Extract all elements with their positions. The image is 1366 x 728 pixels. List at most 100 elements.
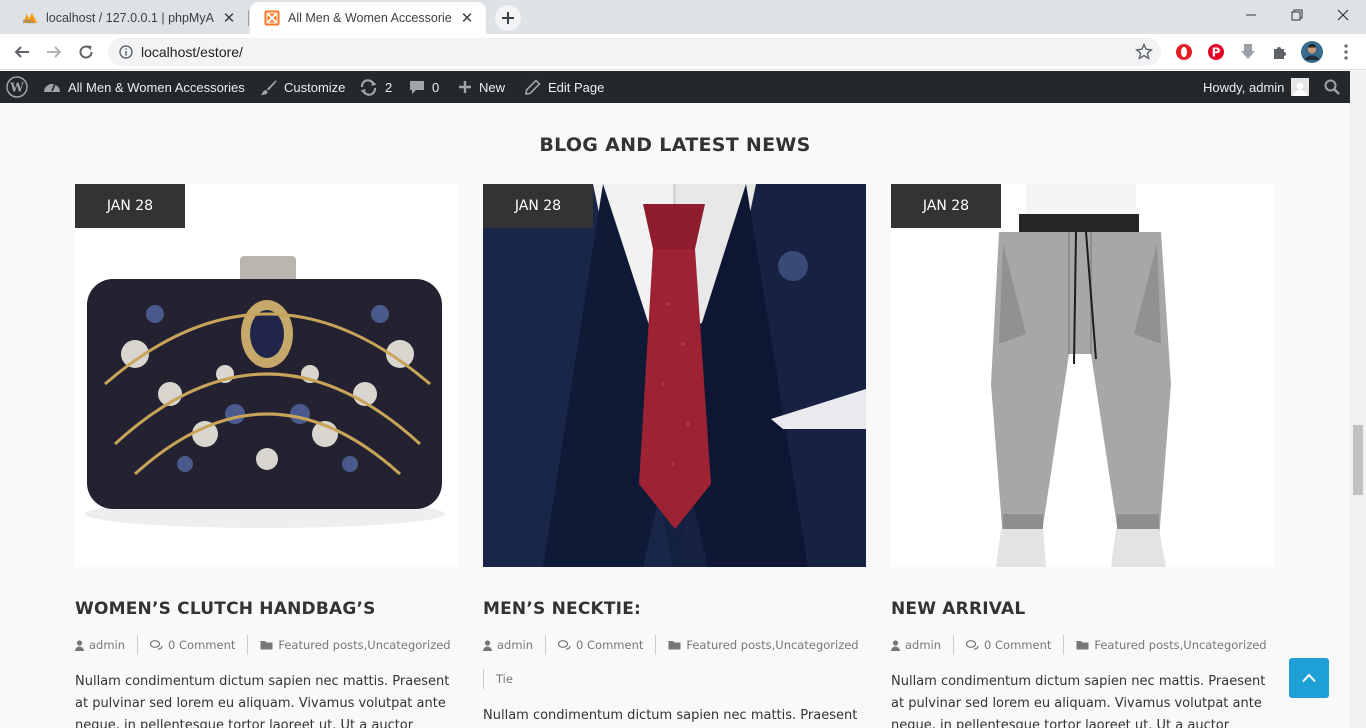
meta-divider (137, 635, 139, 655)
reload-button[interactable] (72, 38, 100, 66)
close-window-button[interactable] (1320, 0, 1366, 30)
post-meta: admin 0 Comment Featured posts, Uncatego… (483, 635, 866, 689)
post-image-necktie[interactable]: JAN 28 (483, 184, 866, 567)
folder-icon (668, 641, 681, 650)
restore-button[interactable] (1274, 0, 1320, 30)
arrow-right-icon (47, 46, 62, 58)
category-link[interactable]: Uncategorized (367, 638, 450, 652)
necktie-image (483, 184, 866, 567)
tab-separator (248, 10, 249, 26)
post-meta: admin 0 Comment Featured posts, Uncatego… (75, 635, 458, 655)
url-text: localhost/estore/ (141, 44, 243, 60)
jogger-pants-image (891, 184, 1274, 567)
comments-meta[interactable]: 0 Comment (150, 635, 235, 655)
category-link[interactable]: Featured posts (278, 638, 363, 652)
post-excerpt: Nullam condimentum dictum sapien nec mat… (483, 708, 858, 723)
edit-page-link[interactable]: Edit Page (525, 71, 604, 103)
browser-menu-icon[interactable] (1336, 42, 1356, 62)
meta-divider (545, 635, 547, 655)
svg-text:P: P (1212, 46, 1221, 60)
meta-divider (247, 635, 249, 655)
minimize-button[interactable] (1228, 0, 1274, 30)
pinterest-icon[interactable]: P (1206, 42, 1226, 62)
profile-avatar[interactable] (1300, 40, 1324, 64)
chevron-up-icon (1302, 673, 1316, 683)
meta-divider (483, 669, 484, 689)
comments-icon (150, 639, 163, 650)
back-button[interactable] (8, 38, 36, 66)
post-excerpt: Nullam condimentum dictum sapien nec mat… (75, 674, 450, 728)
reload-icon (79, 45, 93, 59)
site-name-link[interactable]: All Men & Women Accessories (43, 71, 245, 103)
category-link[interactable]: Uncategorized (775, 638, 858, 652)
post-title[interactable]: NEW ARRIVAL (891, 599, 1274, 619)
xampp-icon (264, 10, 280, 26)
post-meta: admin 0 Comment Featured posts, Uncatego… (891, 635, 1274, 655)
new-content-link[interactable]: New (458, 71, 505, 103)
page-content: BLOG AND LATEST NEWS JAN 28 WOMEN’S CLUT… (0, 103, 1350, 728)
wordpress-logo-icon[interactable]: W (6, 71, 28, 103)
comments-count: 0 Comment (168, 638, 236, 652)
arrow-left-icon (14, 46, 29, 58)
tab-title: All Men & Women Accessories – (288, 11, 452, 25)
customize-link[interactable]: Customize (260, 71, 345, 103)
blog-post-card: JAN 28 MEN’S NECKTIE: admin 0 Comment Fe… (483, 184, 866, 728)
updates-link[interactable]: 2 (359, 71, 392, 103)
tags-meta[interactable]: Tie (496, 669, 513, 689)
category-link[interactable]: Featured posts (686, 638, 771, 652)
user-icon (75, 639, 84, 651)
categories-meta: Featured posts, Uncategorized (260, 635, 451, 655)
post-image-clutch[interactable]: JAN 28 (75, 184, 458, 567)
puzzle-icon[interactable] (1270, 42, 1290, 62)
blog-post-card: JAN 28 NEW ARRIVAL admin 0 Comment Featu… (891, 184, 1274, 728)
author-meta[interactable]: admin (483, 635, 533, 655)
author-meta[interactable]: admin (75, 635, 125, 655)
phpmyadmin-icon: PMA (22, 10, 38, 26)
back-to-top-button[interactable] (1289, 658, 1329, 698)
updates-count: 2 (385, 79, 393, 95)
forward-button[interactable] (40, 38, 68, 66)
download-icon[interactable] (1238, 42, 1258, 62)
meta-divider (953, 635, 955, 655)
wp-admin-bar: W All Men & Women Accessories Customize … (0, 71, 1366, 103)
avatar (1291, 78, 1310, 96)
author-name: admin (497, 638, 534, 652)
search-icon[interactable] (1324, 71, 1340, 103)
my-account-link[interactable]: Howdy, admin (1203, 71, 1310, 103)
comments-meta[interactable]: 0 Comment (558, 635, 643, 655)
bookmark-star-icon[interactable] (1135, 43, 1153, 61)
browser-toolbar: localhost/estore/ P (0, 34, 1366, 70)
address-bar[interactable]: localhost/estore/ (108, 38, 1161, 66)
page-scrollbar[interactable] (1350, 71, 1366, 728)
comments-link[interactable]: 0 (409, 71, 439, 103)
post-excerpt: Nullam condimentum dictum sapien nec mat… (891, 674, 1266, 728)
info-icon[interactable] (111, 38, 141, 66)
close-tab-icon[interactable]: ✕ (458, 9, 476, 27)
author-meta[interactable]: admin (891, 635, 941, 655)
post-title[interactable]: WOMEN’S CLUTCH HANDBAG’S (75, 599, 458, 619)
comments-meta[interactable]: 0 Comment (966, 635, 1051, 655)
pencil-icon (525, 79, 541, 95)
user-icon (483, 639, 492, 651)
tab-phpmyadmin[interactable]: PMA localhost / 127.0.0.1 | phpMyAdmin ✕ (8, 2, 248, 34)
category-link[interactable]: Featured posts (1094, 638, 1179, 652)
author-name: admin (905, 638, 942, 652)
close-tab-icon[interactable]: ✕ (220, 9, 238, 27)
edit-page-label: Edit Page (548, 79, 605, 95)
customize-label: Customize (284, 79, 346, 95)
post-title[interactable]: MEN’S NECKTIE: (483, 599, 866, 619)
updates-icon (360, 78, 377, 96)
tag-link[interactable]: Tie (496, 672, 513, 686)
browser-tab-bar: PMA localhost / 127.0.0.1 | phpMyAdmin ✕… (0, 0, 1366, 34)
categories-meta: Featured posts, Uncategorized (668, 635, 859, 655)
category-link[interactable]: Uncategorized (1183, 638, 1266, 652)
opera-icon[interactable] (1174, 42, 1194, 62)
folder-icon (260, 641, 273, 650)
date-badge: JAN 28 (75, 184, 185, 228)
tab-estore[interactable]: All Men & Women Accessories – ✕ (250, 2, 486, 34)
dashboard-icon (44, 83, 60, 92)
scrollbar-thumb[interactable] (1353, 425, 1363, 495)
new-tab-button[interactable] (495, 5, 521, 31)
comment-bubble-icon (410, 81, 424, 94)
post-image-pants[interactable]: JAN 28 (891, 184, 1274, 567)
